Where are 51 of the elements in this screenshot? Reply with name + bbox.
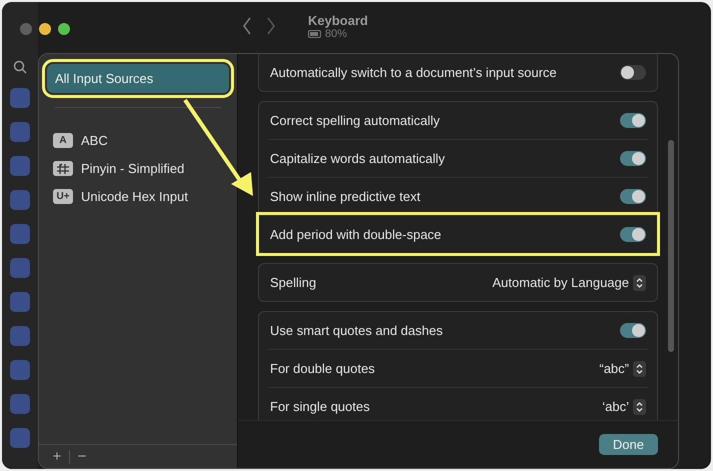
chevron-icon: [633, 360, 646, 376]
setting-label: Correct spelling automatically: [270, 113, 440, 128]
sidebar-item[interactable]: All Input Sources: [47, 64, 229, 93]
setting-label: Capitalize words automatically: [270, 151, 445, 166]
toggle-switch[interactable]: [620, 65, 646, 80]
toggle-switch[interactable]: [620, 227, 646, 242]
popup-button[interactable]: “abc”: [599, 360, 646, 376]
setting-label: Use smart quotes and dashes: [270, 323, 443, 338]
toggle-switch[interactable]: [620, 151, 646, 166]
back-icon[interactable]: [242, 17, 252, 35]
app-icon[interactable]: [10, 292, 30, 312]
minimize-button[interactable]: [39, 23, 51, 35]
app-icon[interactable]: [10, 428, 30, 448]
grid-glyph-icon: [53, 160, 73, 176]
window-title: Keyboard: [308, 12, 368, 28]
app-icon[interactable]: [10, 258, 30, 278]
app-icon[interactable]: [10, 122, 30, 142]
app-icon[interactable]: [10, 88, 30, 108]
input-source-item[interactable]: ABC: [81, 132, 108, 148]
forward-icon[interactable]: [266, 17, 276, 35]
toggle-switch[interactable]: [620, 189, 646, 204]
input-source-item[interactable]: Unicode Hex Input: [81, 188, 188, 204]
setting-label: For single quotes: [270, 399, 370, 414]
chevron-icon: [633, 274, 646, 290]
search-icon[interactable]: [13, 60, 27, 74]
toggle-switch[interactable]: [620, 323, 646, 338]
setting-label: For double quotes: [270, 361, 375, 376]
popup-button[interactable]: Automatic by Language: [492, 274, 646, 290]
app-icon[interactable]: [10, 360, 30, 380]
setting-label: Show inline predictive text: [270, 189, 420, 204]
app-icon[interactable]: [10, 224, 30, 244]
app-icon[interactable]: [10, 326, 30, 346]
remove-button[interactable]: −: [70, 448, 94, 465]
source-badge: U+: [53, 188, 73, 204]
source-badge: A: [53, 132, 73, 148]
battery-level: 80%: [325, 28, 348, 40]
input-source-item[interactable]: Pinyin - Simplified: [81, 160, 184, 176]
app-icon[interactable]: [10, 156, 30, 176]
zoom-button[interactable]: [58, 23, 70, 35]
app-icon[interactable]: [10, 190, 30, 210]
done-button[interactable]: Done: [598, 434, 658, 455]
setting-label: Automatically switch to a document’s input source: [270, 65, 557, 80]
setting-label: Spelling: [270, 275, 316, 290]
popup-button[interactable]: ‘abc’: [602, 398, 646, 414]
scrollbar[interactable]: [668, 140, 674, 352]
battery-icon: [308, 30, 322, 38]
setting-label: Add period with double-space: [270, 227, 442, 242]
chevron-icon: [633, 398, 646, 414]
toggle-switch[interactable]: [620, 113, 646, 128]
app-icon[interactable]: [10, 394, 30, 414]
add-button[interactable]: +: [45, 448, 69, 465]
